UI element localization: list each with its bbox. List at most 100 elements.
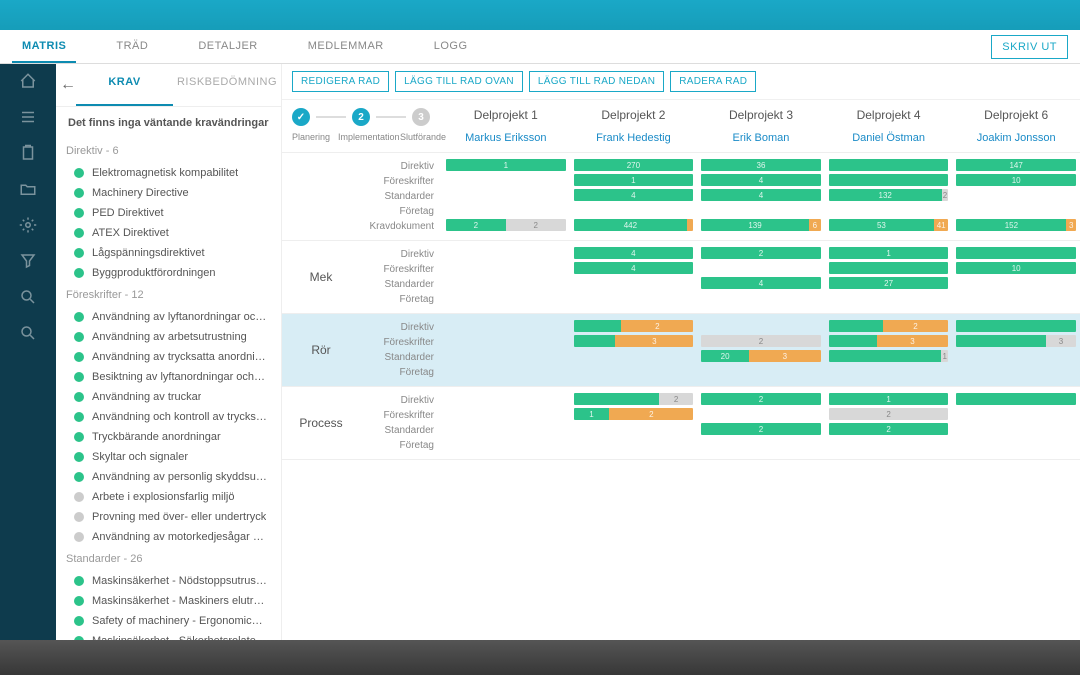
sidebar-item[interactable]: Användning av trycksatta anordningar [56,347,281,367]
progress-bar[interactable]: 4 [701,174,821,186]
status-dot [74,636,84,646]
project-owner-link[interactable]: Joakim Jonsson [956,132,1076,144]
progress-bar[interactable]: 1 [829,350,949,362]
list-icon[interactable] [17,106,39,128]
progress-bar[interactable]: 4 [701,277,821,289]
sidebar-item[interactable]: ATEX Direktivet [56,223,281,243]
progress-bar[interactable]: 10 [956,174,1076,186]
sidebar-item[interactable]: Byggproduktförordningen [56,263,281,283]
progress-bar[interactable]: 10 [956,262,1076,274]
sidebar-item[interactable]: Arbete i explosionsfarlig miljö [56,487,281,507]
tool-radera-rad[interactable]: RADERA RAD [670,71,756,92]
project-owner-link[interactable]: Daniel Östman [829,132,949,144]
sidebar-item[interactable]: Safety of machinery - Functional Saf... [56,651,281,653]
sidebar-item[interactable]: Provning med över- eller undertryck [56,507,281,527]
tab-träd[interactable]: TRÄD [106,31,158,63]
sidebar-item[interactable]: Användning av arbetsutrustning [56,327,281,347]
progress-bar[interactable]: 1322 [829,189,949,201]
progress-bar[interactable]: 2 [829,408,949,420]
progress-bar[interactable] [956,247,1076,259]
progress-bar[interactable]: 12 [574,408,694,420]
side-tab-risk[interactable]: RISKBEDÖMNING [173,64,281,106]
progress-bar[interactable]: 1 [574,174,694,186]
progress-bar[interactable]: 2 [574,320,694,332]
progress-bar[interactable]: 2 [574,393,694,405]
progress-bar[interactable]: 1 [446,159,566,171]
sidebar-item[interactable]: Användning och kontroll av trycksatt... [56,407,281,427]
progress-bar[interactable]: 2 [701,247,821,259]
progress-bar[interactable]: 4 [574,247,694,259]
search2-icon[interactable] [17,322,39,344]
sidebar-item[interactable]: Maskinsäkerhet - Maskiners elutrust... [56,591,281,611]
progress-bar[interactable] [956,320,1076,332]
progress-bar[interactable]: 5341 [829,219,949,231]
sidebar-item[interactable]: Maskinsäkerhet - Säkerhetsrelaterad... [56,631,281,651]
folder-icon[interactable] [17,178,39,200]
progress-bar[interactable]: 4 [574,262,694,274]
sidebar-item[interactable]: Machinery Directive [56,183,281,203]
sidebar-item[interactable]: Användning av motorkedjesågar och... [56,527,281,547]
progress-bar[interactable]: 27 [829,277,949,289]
filter-icon[interactable] [17,250,39,272]
tool-lägg-till-rad-nedan[interactable]: LÄGG TILL RAD NEDAN [529,71,664,92]
sidebar-item[interactable]: Besiktning av lyftanordningar och vi... [56,367,281,387]
sidebar-item[interactable]: PED Direktivet [56,203,281,223]
status-dot [74,352,84,362]
sidebar-item[interactable]: Användning av lyftanordningar och l... [56,307,281,327]
sidebar-item[interactable]: Tryckbärande anordningar [56,427,281,447]
progress-bar[interactable]: 1 [829,393,949,405]
sidebar-item[interactable]: Användning av truckar [56,387,281,407]
progress-bar[interactable]: 270 [574,159,694,171]
progress-bar[interactable]: 2 [701,423,821,435]
tool-redigera-rad[interactable]: REDIGERA RAD [292,71,389,92]
section-name: Mek [282,241,360,313]
progress-bar[interactable] [956,393,1076,405]
progress-bar[interactable]: 3 [574,335,694,347]
section-row[interactable]: ProcessDirektivFöreskrifterStandarderFör… [282,387,1080,460]
clipboard-icon[interactable] [17,142,39,164]
progress-bar[interactable]: 4 [701,189,821,201]
progress-bar[interactable]: 22 [446,219,566,231]
side-tab-krav[interactable]: KRAV [76,64,173,106]
progress-bar[interactable]: 203 [701,350,821,362]
sidebar-item[interactable]: Lågspänningsdirektivet [56,243,281,263]
progress-bar[interactable]: 4 [574,189,694,201]
progress-bar[interactable]: 147 [956,159,1076,171]
progress-bar[interactable]: 1523 [956,219,1076,231]
progress-bar[interactable]: 36 [701,159,821,171]
sidebar-item[interactable]: Skyltar och signaler [56,447,281,467]
tab-medlemmar[interactable]: MEDLEMMAR [298,31,394,63]
tab-logg[interactable]: LOGG [424,31,478,63]
section-row[interactable]: RörDirektivFöreskrifterStandarderFöretag… [282,314,1080,387]
progress-bar[interactable]: 2 [701,393,821,405]
progress-bar[interactable]: 2 [829,320,949,332]
progress-bar[interactable]: 2 [829,423,949,435]
progress-bar[interactable] [829,174,949,186]
back-icon[interactable]: ← [56,64,76,106]
project-owner-link[interactable]: Markus Eriksson [446,132,566,144]
print-button[interactable]: SKRIV UT [991,35,1068,59]
sidebar-item[interactable]: Maskinsäkerhet - Nödstoppsutrustni... [56,571,281,591]
section-row[interactable]: MekDirektivFöreskrifterStandarderFöretag… [282,241,1080,314]
progress-bar[interactable] [829,262,949,274]
progress-bar[interactable]: 442 [574,219,694,231]
tab-detaljer[interactable]: DETALJER [188,31,267,63]
tool-lägg-till-rad-ovan[interactable]: LÄGG TILL RAD OVAN [395,71,523,92]
project-owner-link[interactable]: Erik Boman [701,132,821,144]
progress-bar[interactable]: 3 [956,335,1076,347]
home-icon[interactable] [17,70,39,92]
project-owner-link[interactable]: Frank Hedestig [574,132,694,144]
section-row[interactable]: DirektivFöreskrifterStandarderFöretagKra… [282,153,1080,241]
sub-label: Direktiv [360,159,442,174]
tab-matris[interactable]: MATRIS [12,31,76,63]
progress-bar[interactable]: 3 [829,335,949,347]
sidebar-item[interactable]: Safety of machinery - Ergonomics re... [56,611,281,631]
progress-bar[interactable]: 1396 [701,219,821,231]
sidebar-item[interactable]: Elektromagnetisk kompabilitet [56,163,281,183]
progress-bar[interactable]: 2 [701,335,821,347]
gear-icon[interactable] [17,214,39,236]
sidebar-item[interactable]: Användning av personlig skyddsutru... [56,467,281,487]
search-icon[interactable] [17,286,39,308]
progress-bar[interactable]: 1 [829,247,949,259]
progress-bar[interactable] [829,159,949,171]
